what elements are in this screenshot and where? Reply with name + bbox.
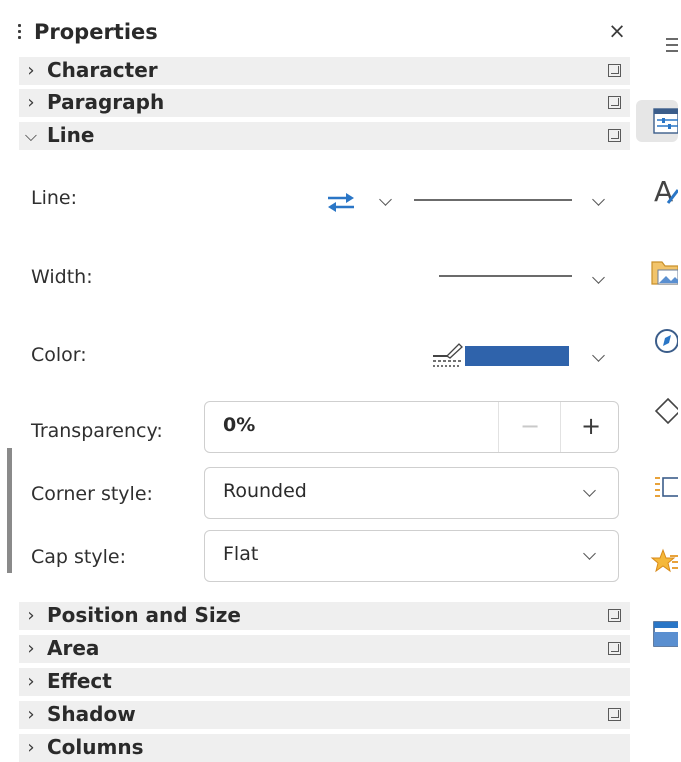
panel-titlebar: Properties × <box>10 18 632 52</box>
section-label: Line <box>47 123 95 147</box>
more-options-icon[interactable] <box>608 96 621 109</box>
section-label: Paragraph <box>47 90 165 114</box>
cap-style-value: Flat <box>223 543 259 565</box>
more-options-icon[interactable] <box>608 642 621 655</box>
grip-handle-icon[interactable] <box>18 24 22 44</box>
section-label: Effect <box>47 669 112 693</box>
decrement-button[interactable]: − <box>501 412 559 440</box>
line-style-preview[interactable] <box>414 190 574 210</box>
chevron-down-icon: ⌵ <box>24 126 38 145</box>
resize-handle[interactable] <box>7 448 12 573</box>
section-area[interactable]: › Area <box>19 635 630 663</box>
more-options-icon[interactable] <box>608 129 621 142</box>
section-label: Columns <box>47 735 144 759</box>
corner-style-label: Corner style: <box>31 483 153 505</box>
chevron-right-icon: › <box>27 605 35 626</box>
styles-tab-icon[interactable]: A <box>636 170 678 212</box>
hamburger-menu-icon[interactable] <box>636 24 678 66</box>
chevron-right-icon: › <box>27 671 35 692</box>
chevron-right-icon: › <box>27 704 35 725</box>
properties-tab-icon <box>653 108 679 134</box>
master-slides-tab-icon[interactable] <box>636 612 678 654</box>
divider <box>498 402 499 452</box>
section-position-and-size[interactable]: › Position and Size <box>19 602 630 630</box>
line-label: Line: <box>31 187 77 209</box>
arrow-style-icon[interactable] <box>326 192 356 212</box>
chevron-right-icon: › <box>27 638 35 659</box>
corner-style-select[interactable]: Rounded <box>204 467 619 519</box>
section-effect[interactable]: › Effect <box>19 668 630 696</box>
transparency-label: Transparency: <box>31 420 163 442</box>
animation-tab-icon[interactable] <box>636 540 678 582</box>
color-label: Color: <box>31 344 87 366</box>
divider <box>560 402 561 452</box>
corner-style-value: Rounded <box>223 480 307 502</box>
section-line[interactable]: ⌵ Line <box>19 122 630 150</box>
svg-text:A: A <box>654 175 673 208</box>
section-label: Area <box>47 636 100 660</box>
width-label: Width: <box>31 266 93 288</box>
gallery-tab-icon[interactable] <box>636 250 678 292</box>
more-options-icon[interactable] <box>608 609 621 622</box>
more-options-icon[interactable] <box>608 64 621 77</box>
chevron-down-icon <box>582 485 598 501</box>
chevron-down-icon[interactable] <box>378 194 394 210</box>
chevron-down-icon[interactable] <box>591 272 607 288</box>
cap-style-label: Cap style: <box>31 546 126 568</box>
close-icon[interactable]: × <box>603 19 631 43</box>
navigator-tab-icon[interactable] <box>636 320 678 362</box>
increment-button[interactable]: + <box>562 412 620 440</box>
transparency-spinbox[interactable]: 0% − + <box>204 401 619 453</box>
chevron-down-icon[interactable] <box>591 194 607 210</box>
page-tab-icon[interactable] <box>636 465 678 507</box>
section-paragraph[interactable]: › Paragraph <box>19 89 630 117</box>
chevron-right-icon: › <box>27 737 35 758</box>
section-shadow[interactable]: › Shadow <box>19 701 630 729</box>
chevron-down-icon[interactable] <box>591 350 607 366</box>
section-label: Character <box>47 58 158 82</box>
chevron-right-icon: › <box>27 60 35 81</box>
line-color-icon[interactable] <box>431 341 465 371</box>
shapes-tab-icon[interactable] <box>636 390 678 432</box>
sidebar-tabbar: A <box>632 0 681 760</box>
properties-panel: Properties × › Character › Paragraph ⌵ L… <box>0 0 632 762</box>
line-color-swatch[interactable] <box>465 346 569 366</box>
transparency-value[interactable]: 0% <box>223 414 255 436</box>
section-character[interactable]: › Character <box>19 57 630 85</box>
chevron-right-icon: › <box>27 92 35 113</box>
section-columns[interactable]: › Columns <box>19 734 630 762</box>
cap-style-select[interactable]: Flat <box>204 530 619 582</box>
section-label: Position and Size <box>47 603 241 627</box>
section-label: Shadow <box>47 702 136 726</box>
more-options-icon[interactable] <box>608 708 621 721</box>
line-width-preview[interactable] <box>439 266 573 286</box>
tab-properties[interactable] <box>636 100 679 142</box>
panel-title: Properties <box>34 20 158 44</box>
chevron-down-icon <box>582 548 598 564</box>
